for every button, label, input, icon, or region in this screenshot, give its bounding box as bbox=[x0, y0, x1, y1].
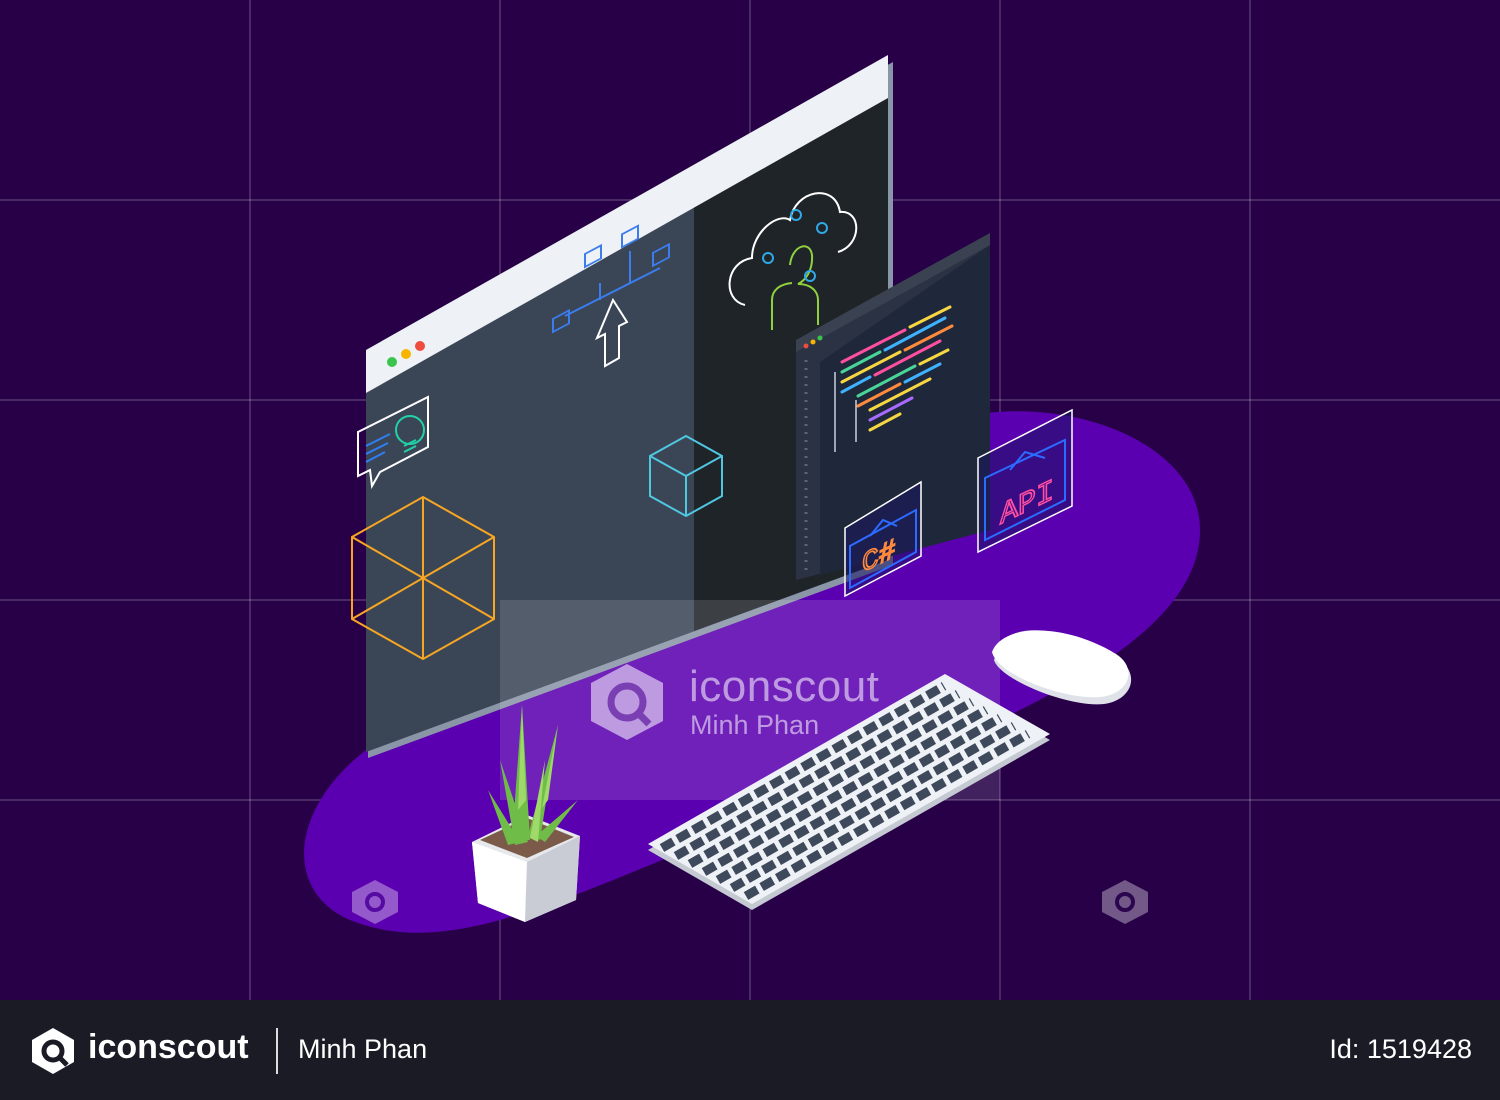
window-dot-green bbox=[387, 357, 397, 367]
watermark-author: Minh Phan bbox=[690, 710, 820, 740]
illustration-canvas: API C# iconscout Minh Phan bbox=[0, 0, 1500, 1000]
isometric-workspace-illustration: API C# bbox=[0, 0, 1500, 1000]
watermark-mark-right bbox=[1102, 880, 1148, 924]
footer-bar: iconscout Minh Phan Id: 1519428 bbox=[0, 1000, 1500, 1100]
window-dot-red bbox=[415, 341, 425, 351]
code-dot-green bbox=[817, 335, 823, 341]
footer-author[interactable]: Minh Phan bbox=[298, 1034, 427, 1065]
code-dot-yellow bbox=[810, 339, 816, 345]
watermark-brand: iconscout bbox=[689, 662, 880, 711]
code-dot-red bbox=[803, 343, 809, 349]
window-dot-yellow bbox=[401, 349, 411, 359]
footer-brand[interactable]: iconscout bbox=[88, 1028, 249, 1067]
footer-asset-id: Id: 1519428 bbox=[1329, 1034, 1472, 1064]
footer-divider bbox=[276, 1028, 278, 1074]
center-watermark: iconscout Minh Phan bbox=[585, 660, 1005, 750]
iconscout-logo-icon bbox=[591, 664, 663, 740]
iconscout-logo-icon[interactable] bbox=[28, 1026, 78, 1076]
